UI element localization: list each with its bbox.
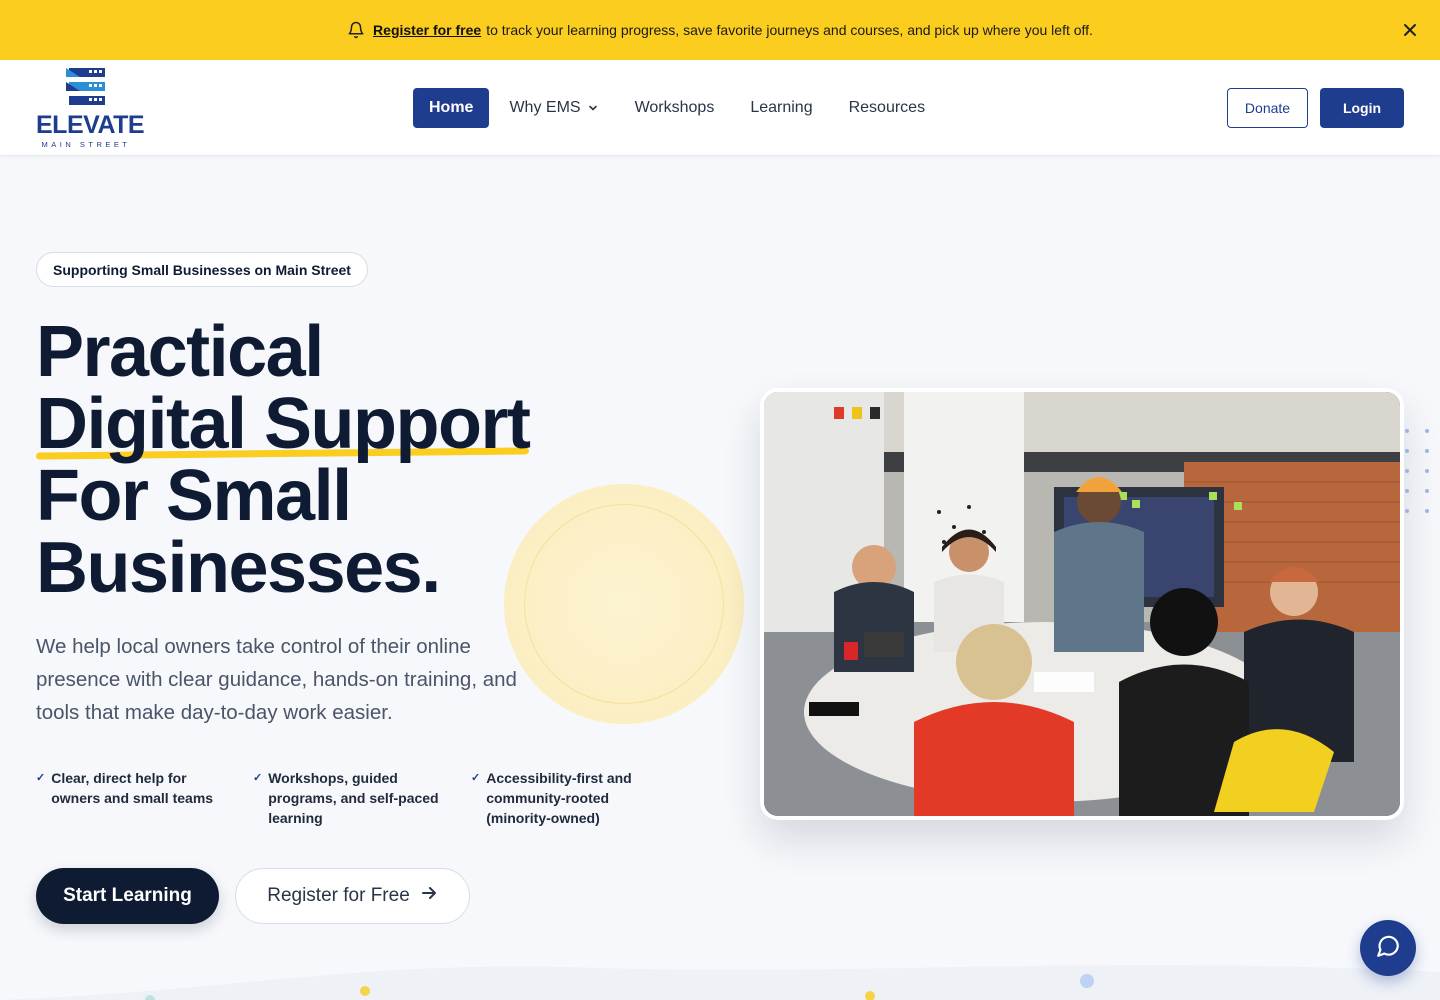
feature-text: Clear, direct help for owners and small …: [51, 770, 214, 806]
announcement-bar: Register for free to track your learning…: [0, 0, 1440, 60]
team-meeting-illustration: [764, 392, 1400, 816]
decorative-dots: [1405, 429, 1429, 513]
nav-learning[interactable]: Learning: [732, 88, 830, 128]
decorative-wave: [0, 965, 1440, 1000]
feature-text: Accessibility-first and community-rooted…: [486, 770, 632, 826]
chevron-down-icon: [587, 102, 599, 114]
nav-workshops[interactable]: Workshops: [617, 88, 733, 128]
hero-description: We help local owners take control of the…: [36, 635, 517, 724]
login-button[interactable]: Login: [1320, 88, 1404, 128]
start-learning-button[interactable]: Start Learning: [36, 868, 219, 924]
headline-line-2-highlight: Digital Support: [36, 384, 531, 464]
hero-pill: Supporting Small Businesses on Main Stre…: [36, 252, 368, 287]
feature-item: ✓ Accessibility-first and community-root…: [471, 768, 671, 828]
nav-why-ems[interactable]: Why EMS: [491, 88, 616, 128]
logo-tagline: MAIN STREET: [41, 140, 131, 149]
logo-mark-icon: [66, 68, 105, 105]
nav-why-ems-label: Why EMS: [509, 99, 581, 116]
arrow-right-icon: [420, 884, 438, 908]
nav-resources[interactable]: Resources: [831, 88, 943, 128]
hero-headline: Practical Digital Support For Small Busi…: [36, 312, 531, 608]
nav-home[interactable]: Home: [413, 88, 490, 128]
site-header: ELEVATE MAIN STREET Home Why EMS Worksho…: [0, 60, 1440, 156]
register-free-button[interactable]: Register for Free: [235, 868, 470, 924]
chat-icon: [1375, 933, 1401, 964]
headline-line-3: For Small: [36, 456, 352, 536]
register-free-label: Register for Free: [267, 885, 410, 906]
check-icon: ✓: [253, 772, 263, 784]
close-icon[interactable]: [1400, 20, 1420, 40]
hero-image-frame: [760, 388, 1404, 820]
logo[interactable]: ELEVATE MAIN STREET: [36, 68, 145, 150]
announcement-text: to track your learning progress, save fa…: [486, 22, 1093, 38]
main-nav: Home Why EMS Workshops Learning Resource…: [413, 88, 943, 128]
headline-line-1: Practical: [36, 312, 324, 392]
bell-icon: [347, 21, 365, 39]
chat-button[interactable]: [1360, 920, 1416, 976]
decorative-circle: [504, 484, 744, 724]
feature-item: ✓ Clear, direct help for owners and smal…: [36, 768, 236, 808]
check-icon: ✓: [471, 772, 481, 784]
hero-photo: [764, 392, 1400, 816]
logo-wordmark: ELEVATE: [36, 111, 145, 139]
feature-item: ✓ Workshops, guided programs, and self-p…: [253, 768, 463, 828]
register-free-link[interactable]: Register for free: [373, 22, 481, 38]
check-icon: ✓: [36, 772, 46, 784]
headline-line-4: Businesses.: [36, 528, 441, 608]
feature-text: Workshops, guided programs, and self-pac…: [268, 770, 439, 826]
donate-button[interactable]: Donate: [1227, 88, 1308, 128]
